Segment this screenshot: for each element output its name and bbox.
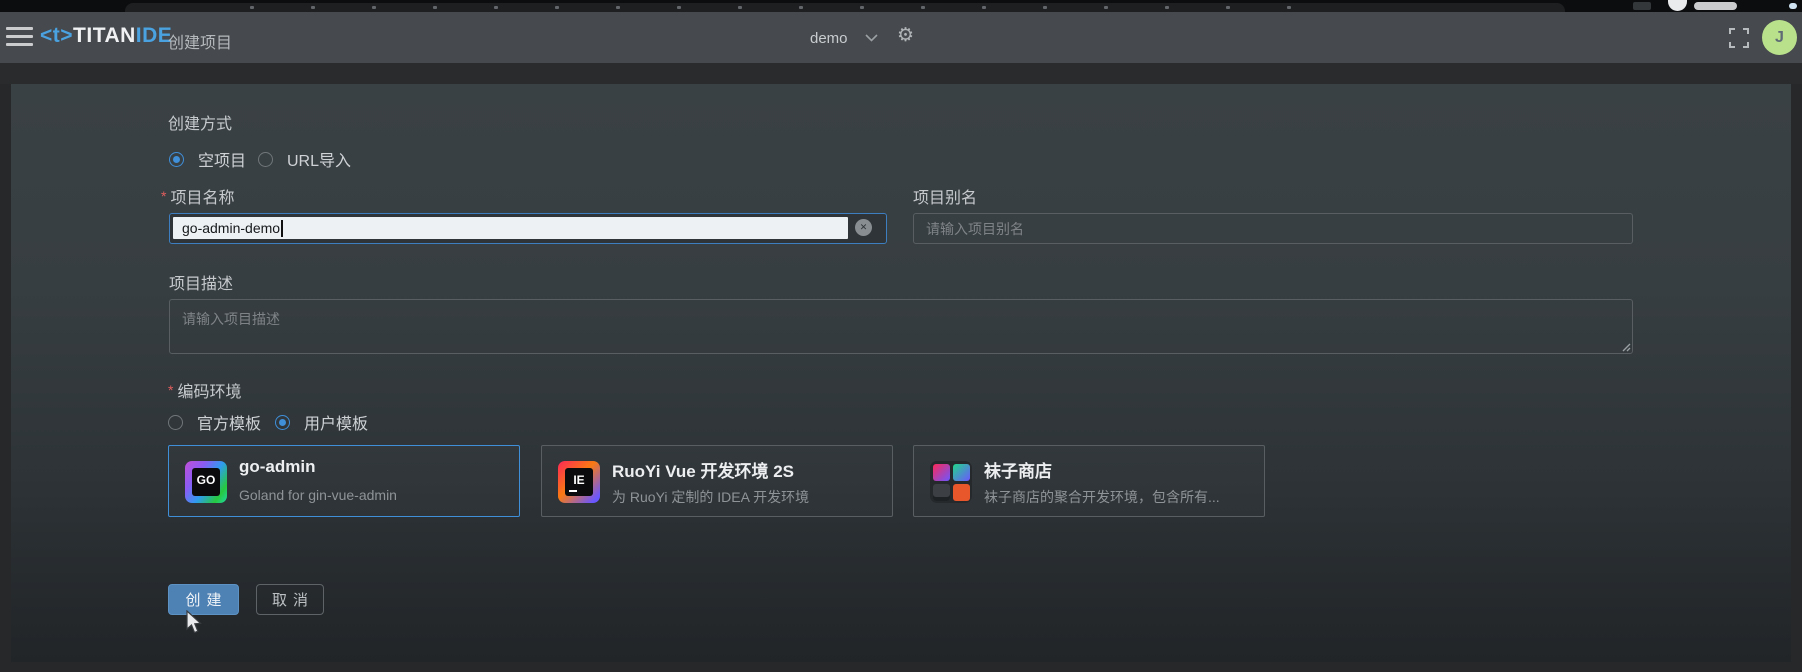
chevron-down-icon	[864, 34, 878, 42]
radio-label: 用户模板	[304, 416, 369, 433]
fullscreen-icon[interactable]	[1729, 28, 1749, 48]
project-name-input-text[interactable]: go-admin-demo	[173, 217, 848, 239]
workspace-name: demo	[810, 29, 848, 47]
project-description-textarea[interactable]	[169, 299, 1633, 354]
logo-main: TITAN	[73, 24, 136, 47]
user-avatar[interactable]: J	[1762, 20, 1797, 55]
project-name-input[interactable]: go-admin-demo ✕	[169, 213, 887, 244]
template-title: RuoYi Vue 开发环境 2S	[612, 462, 794, 481]
radio-official-template[interactable]: 官方模板	[168, 410, 261, 434]
create-button[interactable]: 创建	[168, 584, 239, 615]
project-alias-label: 项目别名	[913, 190, 978, 207]
profile-icon[interactable]	[1668, 0, 1687, 11]
extension-icon[interactable]	[1633, 2, 1651, 10]
radio-label: URL导入	[287, 153, 352, 170]
menu-icon[interactable]	[6, 27, 33, 47]
radio-label: 官方模板	[197, 416, 262, 433]
header-divider-band	[0, 63, 1802, 84]
logo-prefix: <t>	[40, 24, 74, 47]
page-title: 创建项目	[168, 35, 233, 52]
idea-icon: IE	[558, 461, 600, 503]
radio-empty-project[interactable]: 空项目	[169, 147, 246, 171]
screen: <t>TITANIDE 创建项目 demo ⚙ J 创建方式 空项目 URL导入…	[0, 0, 1802, 672]
browser-chrome-strip	[0, 0, 1802, 12]
bookmark-dots	[250, 6, 1291, 9]
radio-icon[interactable]	[169, 151, 184, 167]
radio-label: 空项目	[198, 153, 247, 170]
app-header: <t>TITANIDE 创建项目 demo ⚙ J	[0, 12, 1802, 63]
project-description-label: 项目描述	[169, 276, 234, 293]
radio-user-template[interactable]: 用户模板	[275, 410, 368, 434]
creation-method-label: 创建方式	[168, 116, 233, 133]
idea-icon-text: IE	[565, 468, 593, 496]
settings-gear-icon[interactable]: ⚙	[897, 24, 914, 46]
required-asterisk: *	[168, 382, 174, 398]
template-card-ruoyi[interactable]: IE RuoYi Vue 开发环境 2S 为 RuoYi 定制的 IDEA 开发…	[541, 445, 893, 517]
template-card-go-admin[interactable]: GO go-admin Goland for gin-vue-admin	[168, 445, 520, 517]
template-card-sock-shop[interactable]: 袜子商店 袜子商店的聚合开发环境，包含所有...	[913, 445, 1265, 517]
workspace-switcher[interactable]: demo	[810, 26, 878, 50]
multi-ide-icon	[930, 461, 972, 503]
project-name-label: * 项目名称	[161, 188, 235, 207]
project-alias-input[interactable]	[913, 213, 1633, 244]
template-subtitle: 袜子商店的聚合开发环境，包含所有...	[984, 489, 1220, 505]
mini-ide-icon-1	[932, 463, 950, 481]
mini-ide-icon-4	[952, 483, 970, 501]
text-caret	[281, 219, 283, 237]
required-asterisk: *	[161, 188, 167, 204]
radio-icon[interactable]	[275, 414, 290, 430]
mini-ide-icon-2	[952, 463, 970, 481]
coding-env-label: * 编码环境	[168, 382, 242, 401]
template-title: go-admin	[239, 457, 316, 476]
browser-menu-pill[interactable]	[1694, 2, 1737, 10]
template-title: 袜子商店	[984, 462, 1052, 481]
template-subtitle: 为 RuoYi 定制的 IDEA 开发环境	[612, 489, 810, 505]
goland-icon: GO	[185, 461, 227, 503]
notification-dot	[1789, 3, 1797, 9]
clear-input-icon[interactable]: ✕	[855, 219, 872, 236]
goland-icon-text: GO	[192, 468, 220, 496]
logo-suffix: IDE	[135, 24, 173, 47]
cancel-button[interactable]: 取消	[256, 584, 324, 615]
radio-icon[interactable]	[168, 414, 183, 430]
app-logo: <t>TITANIDE	[40, 24, 172, 48]
mini-ide-icon-3	[932, 483, 950, 501]
radio-icon[interactable]	[258, 151, 273, 167]
template-subtitle: Goland for gin-vue-admin	[239, 487, 397, 503]
radio-url-import[interactable]: URL导入	[258, 147, 351, 171]
